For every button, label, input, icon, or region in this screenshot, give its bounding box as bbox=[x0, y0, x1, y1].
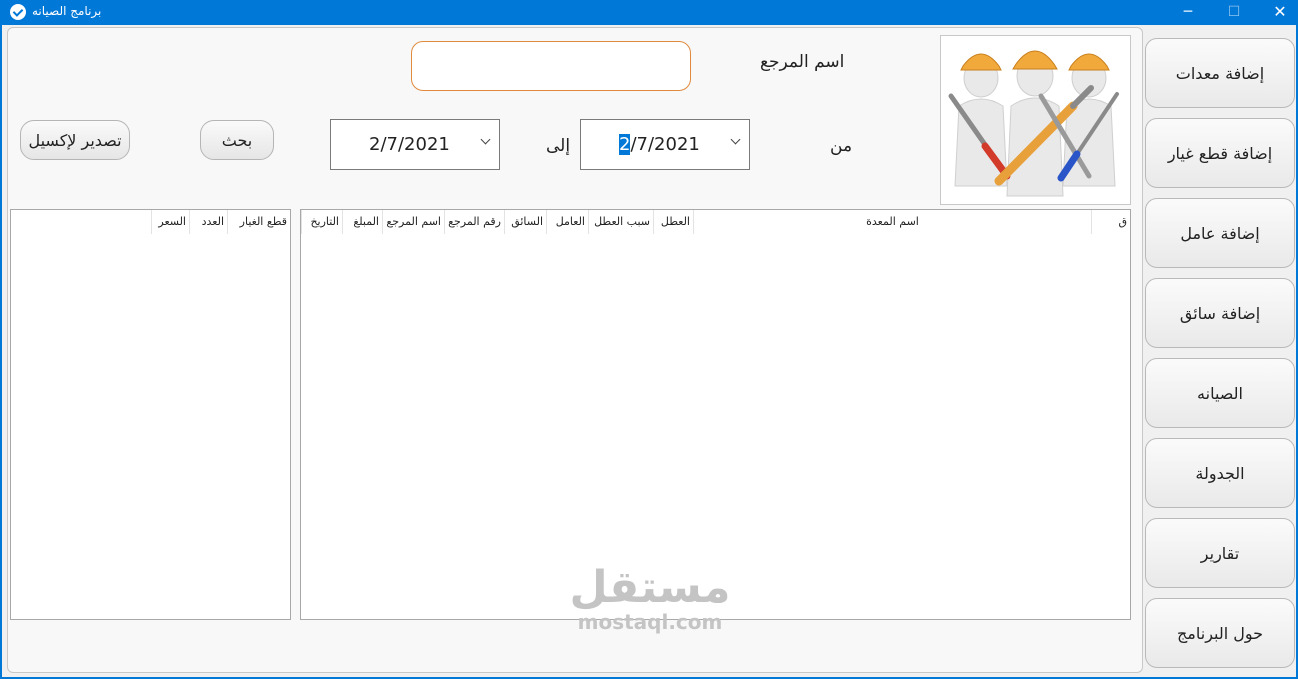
sidebar-item-add-equipment[interactable]: إضافة معدات bbox=[1145, 38, 1295, 108]
col-header-quantity[interactable]: العدد bbox=[189, 210, 227, 234]
col-header-fault[interactable]: العطل bbox=[653, 210, 693, 234]
chevron-down-icon[interactable] bbox=[480, 134, 491, 145]
export-excel-button[interactable]: تصدير لإكسيل bbox=[20, 120, 130, 160]
from-date-rest: /7/2021 bbox=[630, 134, 700, 155]
reference-name-label: اسم المرجع bbox=[760, 52, 845, 72]
maximize-button[interactable]: ☐ bbox=[1211, 0, 1257, 25]
search-button[interactable]: بحث bbox=[200, 120, 274, 160]
sidebar-item-add-driver[interactable]: إضافة سائق bbox=[1145, 278, 1295, 348]
col-header-equipment-name[interactable]: اسم المعدة bbox=[693, 210, 1091, 234]
from-date-selected-part: 2 bbox=[619, 134, 631, 155]
workers-with-tools-illustration bbox=[948, 50, 1119, 197]
to-date-picker[interactable]: 2/7/2021 bbox=[330, 119, 500, 170]
col-header-date[interactable]: التاريخ bbox=[301, 210, 342, 234]
sidebar-item-about[interactable]: حول البرنامج bbox=[1145, 598, 1295, 668]
workers-image bbox=[940, 35, 1131, 205]
col-header-driver[interactable]: السائق bbox=[504, 210, 546, 234]
col-header-price[interactable]: السعر bbox=[151, 210, 189, 234]
sidebar-item-add-spare-parts[interactable]: إضافة قطع غيار bbox=[1145, 118, 1295, 188]
sidebar-item-reports[interactable]: تقارير bbox=[1145, 518, 1295, 588]
col-header-spare-parts[interactable]: قطع الغيار bbox=[227, 210, 290, 234]
to-date-value: 2/7/2021 bbox=[369, 134, 450, 155]
maintenance-table-header: ق اسم المعدة العطل سبب العطل العامل السا… bbox=[301, 210, 1130, 234]
watermark-arabic: مستقل bbox=[569, 562, 731, 613]
sidebar-item-schedule[interactable]: الجدولة bbox=[1145, 438, 1295, 508]
to-label: إلى bbox=[546, 136, 571, 156]
col-header-reference-name[interactable]: اسم المرجع bbox=[382, 210, 444, 234]
title-bar: برنامج الصيانه ─ ☐ ✕ bbox=[0, 0, 1298, 25]
sidebar-item-maintenance[interactable]: الصيانه bbox=[1145, 358, 1295, 428]
col-header-seq[interactable]: ق bbox=[1091, 210, 1130, 234]
reference-name-input[interactable] bbox=[411, 41, 691, 91]
window-title: برنامج الصيانه bbox=[32, 4, 102, 18]
from-date-value: 2/7/2021 bbox=[619, 134, 700, 155]
from-label: من bbox=[830, 136, 853, 156]
col-header-fault-reason[interactable]: سبب العطل bbox=[588, 210, 653, 234]
col-header-amount[interactable]: المبلغ bbox=[342, 210, 382, 234]
from-date-picker[interactable]: 2/7/2021 bbox=[580, 119, 750, 170]
spare-parts-table-header: قطع الغيار العدد السعر bbox=[11, 210, 290, 234]
col-header-worker[interactable]: العامل bbox=[546, 210, 588, 234]
minimize-button[interactable]: ─ bbox=[1165, 0, 1211, 25]
chevron-down-icon[interactable] bbox=[730, 134, 741, 145]
app-check-icon bbox=[10, 4, 26, 20]
mostaql-watermark: مستقل mostaql.com bbox=[560, 562, 740, 634]
close-button[interactable]: ✕ bbox=[1257, 0, 1298, 25]
spare-parts-table[interactable]: قطع الغيار العدد السعر bbox=[10, 209, 291, 620]
maintenance-records-table[interactable]: ق اسم المعدة العطل سبب العطل العامل السا… bbox=[300, 209, 1131, 620]
col-header-reference-number[interactable]: رقم المرجع bbox=[444, 210, 504, 234]
sidebar-item-add-worker[interactable]: إضافة عامل bbox=[1145, 198, 1295, 268]
watermark-latin: mostaql.com bbox=[577, 610, 723, 634]
